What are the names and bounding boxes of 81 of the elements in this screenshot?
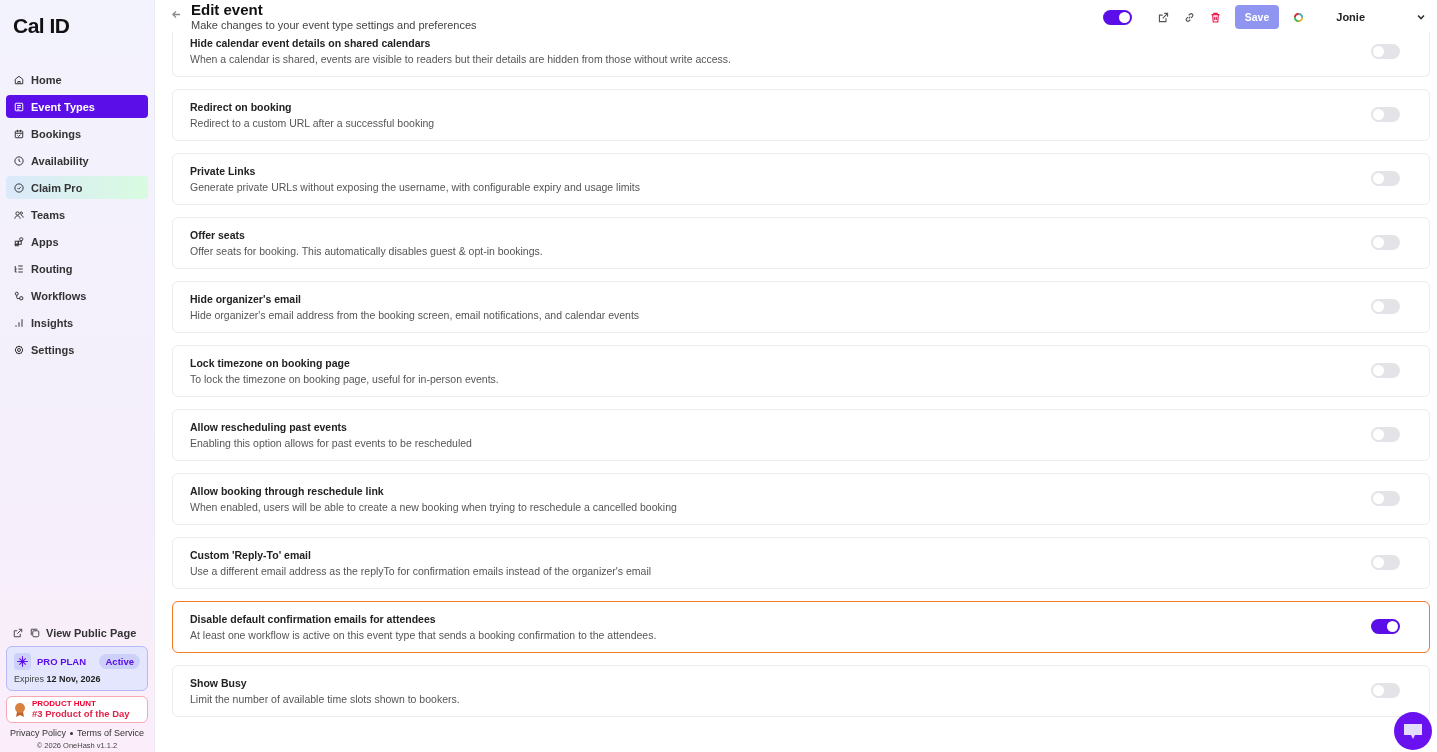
check-circle-icon [13, 181, 25, 194]
clock-icon [13, 154, 25, 167]
calendar-icon [13, 127, 25, 140]
chevron-down-icon[interactable] [1416, 12, 1426, 22]
bar-chart-icon [13, 316, 25, 329]
setting-description: When a calendar is shared, events are visible to readers but their details are hidden from those without write access. [190, 53, 732, 65]
sidebar-item[interactable]: Insights [6, 311, 148, 334]
setting-description: Offer seats for booking. This automatically disables guest & opt-in bookings. [190, 244, 543, 257]
setting-description: Generate private URLs without exposing the username, with configurable expiry and usage limits [190, 180, 640, 193]
apps-icon [13, 235, 25, 248]
setting-title: Allow rescheduling past events [190, 420, 348, 433]
external-link-icon[interactable] [1156, 10, 1170, 24]
ring-icon [1292, 10, 1306, 24]
sidebar-item[interactable]: Event Types [6, 95, 148, 118]
plan-name: PRO PLAN [37, 656, 87, 667]
medal-icon [14, 701, 26, 718]
link-icon[interactable] [1182, 10, 1196, 24]
external-link-icon[interactable] [12, 627, 24, 639]
sidebar-item[interactable]: Bookings [6, 122, 148, 145]
setting-description: To lock the timezone on booking page, useful for in-person events. [190, 372, 499, 385]
user-menu[interactable]: Jonie [1336, 11, 1365, 23]
chat-icon [1403, 722, 1423, 740]
trash-icon[interactable] [1208, 10, 1222, 24]
setting-title: Offer seats [190, 228, 246, 241]
toggle-switch[interactable] [1371, 555, 1400, 570]
sidebar-item[interactable]: Teams [6, 203, 148, 226]
logo: Cal ID [13, 14, 70, 38]
event-toggle[interactable] [1102, 9, 1132, 25]
setting-description: Redirect to a custom URL after a successful booking [190, 116, 435, 129]
sidebar-item[interactable]: Workflows [6, 284, 148, 307]
setting-title: Disable default confirmation emails for attendees [190, 612, 437, 625]
toggle-switch[interactable] [1371, 299, 1400, 314]
setting-description: Enabling this option allows for past events to be rescheduled [190, 436, 472, 449]
chat-button[interactable] [1394, 712, 1432, 750]
setting-title: Custom 'Reply-To' email [190, 548, 312, 561]
product-hunt-badge[interactable]: PRODUCT HUNT #3 Product of the Day [6, 696, 148, 723]
list-icon [13, 100, 25, 113]
setting-description: Limit the number of available time slots shown to bookers. [190, 692, 460, 705]
list-icon [13, 262, 25, 275]
sparkle-icon [14, 653, 31, 670]
setting-description: Use a different email address as the replyTo for confirmation emails instead of the organizer's email [190, 564, 652, 577]
setting-description: Hide organizer's email address from the booking screen, email notifications, and calendar events [190, 308, 640, 321]
setting-title: Lock timezone on booking page [190, 356, 351, 369]
setting-title: Private Links [190, 164, 257, 177]
setting-title: Redirect on booking [190, 100, 293, 113]
toggle-switch[interactable] [1371, 43, 1400, 59]
setting-description: When enabled, users will be able to create a new booking when trying to reschedule a cancelled booking [190, 500, 677, 513]
setting-title: Allow booking through reschedule link [190, 484, 385, 497]
status-badge: Active [99, 654, 140, 669]
back-icon[interactable] [172, 10, 181, 19]
toggle-switch[interactable] [1371, 619, 1400, 634]
toggle-switch[interactable] [1371, 363, 1400, 378]
sidebar-item[interactable]: Home [6, 68, 148, 91]
page-subtitle: Make changes to your event type settings and preferences [191, 19, 477, 31]
sidebar-item[interactable]: Routing [6, 257, 148, 280]
home-icon [13, 73, 25, 86]
toggle-switch[interactable] [1371, 683, 1400, 698]
toggle-switch[interactable] [1371, 491, 1400, 506]
toggle-switch[interactable] [1371, 107, 1400, 122]
page-title: Edit event [191, 1, 264, 18]
plan-expiry: Expires 12 Nov, 2026 [14, 674, 102, 684]
badge-title: #3 Product of the Day [32, 708, 130, 719]
settings-icon [13, 343, 25, 356]
toggle-switch[interactable] [1371, 171, 1400, 186]
footer-link[interactable]: Terms of Service [77, 728, 144, 738]
setting-title: Hide organizer's email [190, 292, 303, 305]
view-public-page-link[interactable]: View Public Page [46, 627, 137, 639]
sidebar-item[interactable]: Settings [6, 338, 148, 361]
toggle-switch[interactable] [1371, 427, 1400, 442]
users-icon [13, 208, 25, 221]
setting-title: Show Busy [190, 676, 248, 689]
copy-icon[interactable] [29, 627, 41, 639]
footer-link[interactable]: Privacy Policy [9, 728, 66, 738]
toggle-switch[interactable] [1371, 235, 1400, 250]
sidebar-item[interactable]: Claim Pro [6, 176, 148, 199]
sidebar-item[interactable]: Apps [6, 230, 148, 253]
setting-description: At least one workflow is active on this event type that sends a booking confirmation to the attendees. [190, 628, 657, 641]
workflow-icon [13, 289, 25, 302]
sidebar-item[interactable]: Availability [6, 149, 148, 172]
setting-title: Hide calendar event details on shared calendars [190, 37, 432, 49]
badge-eyebrow: PRODUCT HUNT [32, 700, 97, 708]
